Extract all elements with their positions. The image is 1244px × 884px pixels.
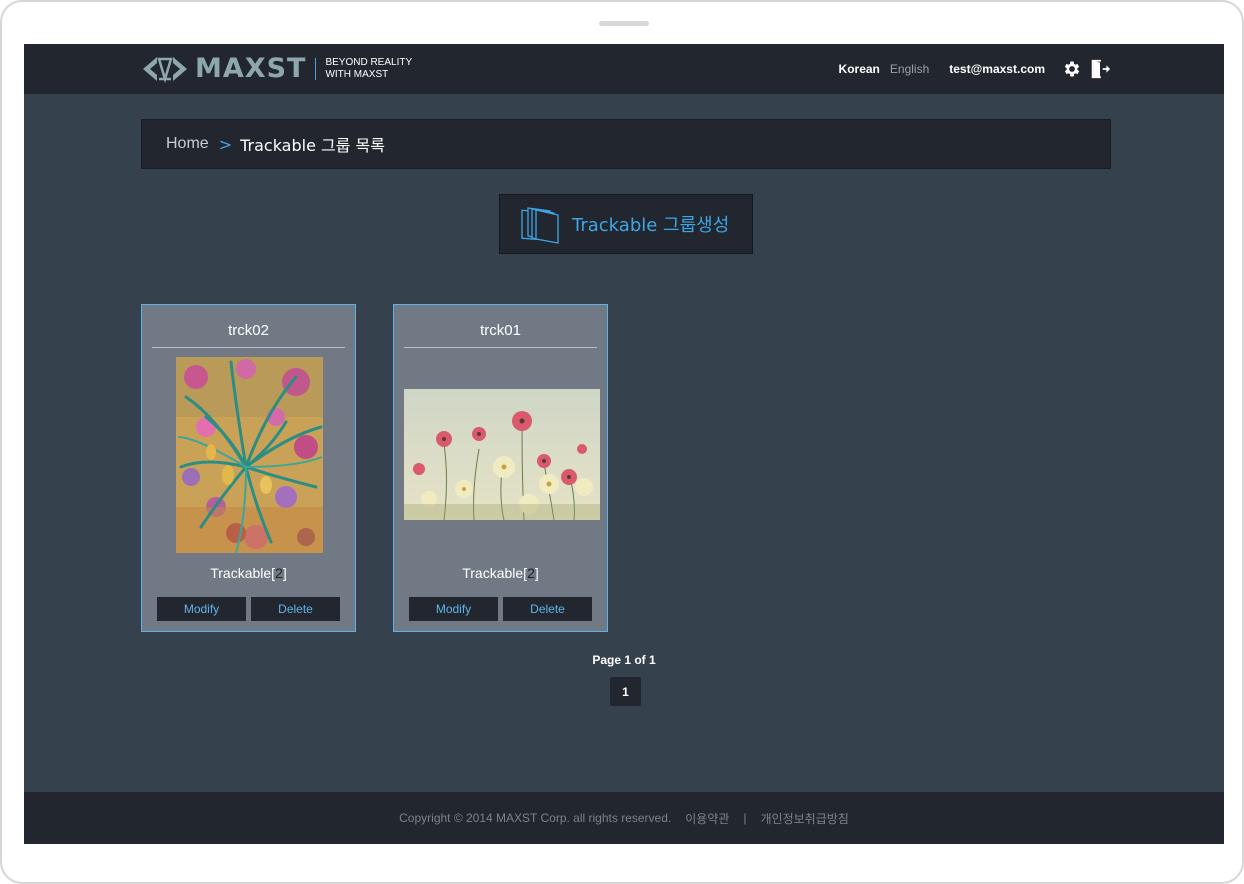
- modify-button[interactable]: Modify: [157, 597, 246, 621]
- lang-korean-link[interactable]: Korean: [839, 62, 880, 76]
- group-card-trck01: trck01 Trackable[2] Modify Delete: [393, 304, 608, 632]
- count-prefix: Trackable[: [210, 565, 276, 581]
- logout-button[interactable]: [1089, 58, 1111, 80]
- count-prefix: Trackable[: [462, 565, 528, 581]
- count-value: 2: [275, 565, 283, 581]
- gear-icon: [1064, 61, 1080, 77]
- count-suffix: ]: [534, 565, 539, 581]
- group-title[interactable]: trck01: [404, 305, 597, 348]
- user-email[interactable]: test@maxst.com: [949, 62, 1045, 76]
- breadcrumb: Home > Trackable 그룹 목록: [141, 119, 1111, 169]
- create-trackable-group-button[interactable]: Trackable 그룹생성: [499, 194, 753, 254]
- stacked-pages-icon: [521, 207, 559, 244]
- logout-door-icon: [1091, 59, 1111, 79]
- group-thumbnail-painting[interactable]: [176, 357, 323, 553]
- group-card-trck02: trck02 Trackable[2] Modify Delete: [141, 304, 356, 632]
- tablet-speaker: [599, 21, 649, 26]
- tagline-line-1: BEYOND REALITY: [325, 57, 413, 68]
- modify-button[interactable]: Modify: [409, 597, 498, 621]
- privacy-policy-link[interactable]: 개인정보취급방침: [761, 810, 849, 827]
- pagination-info: Page 1 of 1: [592, 653, 656, 667]
- tagline-line-2: WITH MAXST: [325, 69, 389, 80]
- count-value: 2: [527, 565, 535, 581]
- group-title[interactable]: trck02: [152, 305, 345, 348]
- floral-painting-image: [176, 357, 323, 553]
- brand-logo[interactable]: MAXST BEYOND REALITY WITH MAXST: [141, 53, 412, 85]
- maxst-logo-icon: [143, 57, 187, 84]
- group-thumbnail-cosmos[interactable]: [404, 389, 600, 520]
- breadcrumb-home-link[interactable]: Home: [166, 135, 209, 153]
- cosmos-flowers-image: [404, 389, 600, 520]
- app-screen: MAXST BEYOND REALITY WITH MAXST Korean E…: [24, 44, 1224, 844]
- trackable-count: Trackable[2]: [142, 565, 355, 581]
- lang-english-link[interactable]: English: [890, 62, 929, 76]
- header-nav: Korean English test@maxst.com: [839, 58, 1111, 80]
- count-suffix: ]: [282, 565, 287, 581]
- card-actions: Modify Delete: [157, 597, 340, 621]
- chevron-right-icon: >: [218, 134, 233, 154]
- delete-button[interactable]: Delete: [251, 597, 340, 621]
- footer: Copyright © 2014 MAXST Corp. all rights …: [24, 792, 1224, 844]
- tablet-frame: MAXST BEYOND REALITY WITH MAXST Korean E…: [0, 0, 1244, 884]
- top-bar: MAXST BEYOND REALITY WITH MAXST Korean E…: [24, 44, 1224, 94]
- card-actions: Modify Delete: [409, 597, 592, 621]
- brand-name: MAXST: [195, 53, 307, 84]
- copyright-text: Copyright © 2014 MAXST Corp. all rights …: [399, 811, 672, 825]
- settings-button[interactable]: [1061, 58, 1083, 80]
- delete-button[interactable]: Delete: [503, 597, 592, 621]
- logo-divider: [315, 58, 317, 80]
- trackable-count: Trackable[2]: [394, 565, 607, 581]
- page-number-button[interactable]: 1: [610, 677, 641, 706]
- breadcrumb-current: Trackable 그룹 목록: [240, 136, 385, 155]
- create-group-label: Trackable 그룹생성: [572, 215, 730, 236]
- footer-separator: |: [743, 811, 747, 825]
- terms-link[interactable]: 이용약관: [685, 810, 729, 827]
- brand-tagline: BEYOND REALITY WITH MAXST: [325, 57, 412, 81]
